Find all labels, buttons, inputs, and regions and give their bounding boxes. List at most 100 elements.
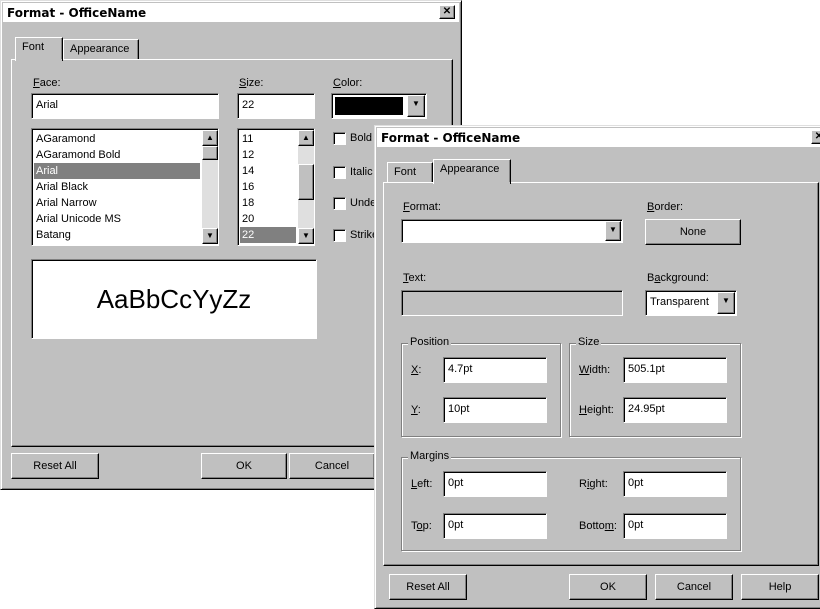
chevron-down-icon[interactable]: ▼ xyxy=(407,95,425,117)
color-dropdown[interactable]: ▼ xyxy=(331,93,427,119)
width-input[interactable]: 505.1pt xyxy=(623,357,727,383)
face-input-value: Arial xyxy=(36,99,59,111)
strikeout-checkbox[interactable] xyxy=(333,229,346,242)
width-label: Width: xyxy=(579,364,611,376)
reset-all-label: Reset All xyxy=(33,460,77,472)
height-value: 24.95pt xyxy=(628,403,665,415)
scroll-down-icon[interactable]: ▼ xyxy=(202,228,218,244)
color-label: Color: xyxy=(333,77,363,89)
chevron-down-icon[interactable]: ▼ xyxy=(605,221,621,241)
right-margin-value: 0pt xyxy=(628,477,644,489)
position-legend: Position xyxy=(408,336,452,348)
face-scrollbar[interactable]: ▲ ▼ xyxy=(202,130,218,244)
color-label-rest: olor: xyxy=(340,77,363,89)
size-list[interactable]: 11 12 14 16 18 20 22 ▲ ▼ xyxy=(237,128,315,246)
window-title: Format - OfficeName xyxy=(7,6,147,20)
window-title: Format - OfficeName xyxy=(381,131,521,145)
border-button-label: None xyxy=(679,226,707,238)
title-bar[interactable]: Format - OfficeName ✕ xyxy=(3,3,459,23)
chevron-down-icon[interactable]: ▼ xyxy=(717,292,735,314)
title-bar[interactable]: Format - OfficeName ✕ xyxy=(377,128,820,148)
list-item[interactable]: 11 xyxy=(240,131,296,147)
right-label: Right: xyxy=(579,478,608,490)
background-label: Background: xyxy=(647,272,709,284)
tab-font[interactable]: Font xyxy=(15,37,63,61)
top-margin-value: 0pt xyxy=(448,519,464,531)
height-input[interactable]: 24.95pt xyxy=(623,397,727,423)
text-label-rest: ext: xyxy=(408,272,427,284)
cancel-button[interactable]: Cancel xyxy=(289,453,375,479)
format-dialog-appearance: Format - OfficeName ✕ Font Appearance Fo… xyxy=(374,125,820,609)
y-label: Y: xyxy=(411,404,421,416)
margins-legend: Margins xyxy=(408,450,452,462)
background-label-rest: ckground: xyxy=(660,272,709,284)
x-label: X: xyxy=(411,364,422,376)
face-list[interactable]: AGaramond AGaramond Bold Arial Arial Bla… xyxy=(31,128,219,246)
width-value: 505.1pt xyxy=(628,363,665,375)
left-label: Left: xyxy=(411,478,433,490)
left-margin-input[interactable]: 0pt xyxy=(443,471,547,497)
scroll-up-icon[interactable]: ▲ xyxy=(298,130,314,146)
italic-label: Italic xyxy=(350,166,373,178)
background-dropdown[interactable]: Transparent ▼ xyxy=(645,290,737,316)
close-icon[interactable]: ✕ xyxy=(439,5,455,19)
list-item[interactable]: Arial Black xyxy=(34,179,200,195)
size-label: Size: xyxy=(239,77,264,89)
scroll-up-icon[interactable]: ▲ xyxy=(202,130,218,146)
list-item[interactable]: 16 xyxy=(240,179,296,195)
close-icon[interactable]: ✕ xyxy=(811,130,820,144)
border-label: Border: xyxy=(647,201,684,213)
scroll-down-icon[interactable]: ▼ xyxy=(298,228,314,244)
y-value: 10pt xyxy=(448,403,470,415)
text-field[interactable] xyxy=(401,290,623,316)
height-label: Height: xyxy=(579,404,614,416)
face-input[interactable]: Arial xyxy=(31,93,219,119)
size-scrollbar[interactable]: ▲ ▼ xyxy=(298,130,314,244)
ok-label: OK xyxy=(600,581,616,593)
scroll-thumb[interactable] xyxy=(202,146,218,160)
list-item[interactable]: 18 xyxy=(240,195,296,211)
list-item[interactable]: 12 xyxy=(240,147,296,163)
border-button[interactable]: None xyxy=(645,219,741,245)
ok-button[interactable]: OK xyxy=(569,574,647,600)
format-dropdown[interactable]: ▼ xyxy=(401,219,623,243)
tab-appearance[interactable]: Appearance xyxy=(63,39,139,59)
bottom-margin-input[interactable]: 0pt xyxy=(623,513,727,539)
list-item[interactable]: 20 xyxy=(240,211,296,227)
list-item[interactable]: 14 xyxy=(240,163,296,179)
reset-all-button[interactable]: Reset All xyxy=(389,574,467,600)
cancel-label: Cancel xyxy=(314,460,350,472)
help-button[interactable]: Help xyxy=(741,574,819,600)
x-input[interactable]: 4.7pt xyxy=(443,357,547,383)
list-item[interactable]: Batang xyxy=(34,227,200,243)
size-input[interactable]: 22 xyxy=(237,93,315,119)
bold-checkbox[interactable] xyxy=(333,132,346,145)
list-item[interactable]: AGaramond Bold xyxy=(34,147,200,163)
list-item-selected[interactable]: Arial xyxy=(34,163,200,179)
list-item[interactable]: Arial Narrow xyxy=(34,195,200,211)
y-input[interactable]: 10pt xyxy=(443,397,547,423)
tab-appearance[interactable]: Appearance xyxy=(433,159,511,184)
right-margin-input[interactable]: 0pt xyxy=(623,471,727,497)
top-margin-input[interactable]: 0pt xyxy=(443,513,547,539)
list-item-selected[interactable]: 22 xyxy=(240,227,296,243)
preview-text: AaBbCcYyZz xyxy=(96,283,252,314)
list-item[interactable]: Arial Unicode MS xyxy=(34,211,200,227)
size-label-rest: ize: xyxy=(246,77,264,89)
list-item[interactable]: AGaramond xyxy=(34,131,200,147)
reset-all-button[interactable]: Reset All xyxy=(11,453,99,479)
tab-font[interactable]: Font xyxy=(387,162,433,182)
scroll-thumb[interactable] xyxy=(298,164,314,200)
bold-label: Bold xyxy=(350,132,373,144)
ok-button[interactable]: OK xyxy=(201,453,287,479)
face-label: Face: xyxy=(33,77,61,89)
font-preview: AaBbCcYyZz xyxy=(31,259,317,339)
cancel-label: Cancel xyxy=(676,581,712,593)
left-margin-value: 0pt xyxy=(448,477,464,489)
underline-checkbox[interactable] xyxy=(333,197,346,210)
border-label-rest: order: xyxy=(654,201,684,213)
ok-label: OK xyxy=(236,460,252,472)
cancel-button[interactable]: Cancel xyxy=(655,574,733,600)
italic-checkbox[interactable] xyxy=(333,166,346,179)
help-label: Help xyxy=(768,581,792,593)
